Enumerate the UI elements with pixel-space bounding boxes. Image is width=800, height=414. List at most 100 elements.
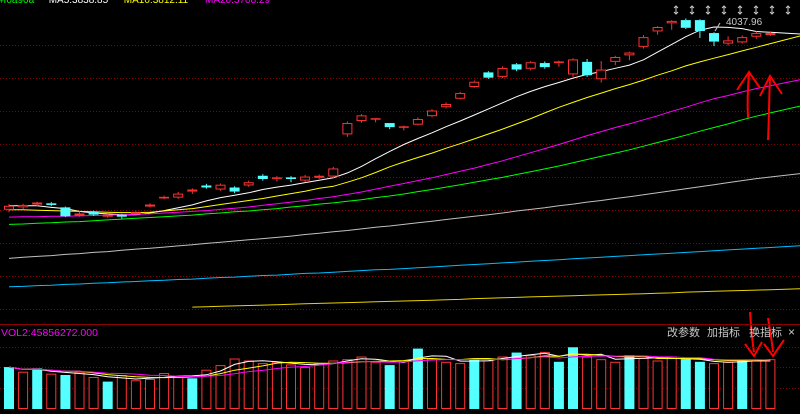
volume-bar [525,355,536,410]
moving-average-lines [8,26,800,308]
ma-line-4 [8,173,800,259]
ma-line-6 [192,288,800,308]
volume-bar [723,361,734,409]
candle-body [215,184,226,190]
candle-body [328,168,339,177]
ma-legend-item: MA10:3812.11 [124,0,189,6]
ma-line-5 [8,245,800,288]
high-marker-icon [673,5,679,15]
candle-body [201,185,212,188]
candle-body [314,175,325,178]
candle-body [300,176,311,181]
volume-bar [483,360,494,410]
volume-bar [694,361,705,409]
edit-params-button[interactable]: 改参数 [667,325,700,339]
candle-body [88,211,99,215]
volume-bar [130,380,141,409]
candle-body [271,177,282,179]
candle-body [723,40,734,44]
volume-bar [553,361,564,409]
candle-body [356,115,367,122]
volume-bar [145,378,155,409]
volume-bar [455,363,466,409]
volume-bar [596,359,607,410]
ma-legend-item: #f0a90a [0,0,35,6]
volume-label: VOL2:45856272.000 [1,327,98,339]
arrow-up-icon [767,77,771,141]
volume-bar [751,359,762,410]
candle-body [652,26,663,32]
volume-bar [286,364,296,410]
high-marker-icon [785,5,791,15]
candle-body [257,175,268,179]
volume-bar [624,355,635,409]
high-marker-icon [769,5,775,15]
candle-body [455,93,466,99]
candle-body [398,126,409,128]
volume-bar [652,360,663,410]
high-marker-icon [705,5,711,15]
candle-body [102,214,113,217]
candle-body [638,37,649,47]
volume-bar [638,357,649,409]
volume-bar [469,358,480,409]
candle-body [243,182,254,186]
volume-bar [102,381,113,409]
volume-bar [187,378,198,409]
ma-legend-item: MA5:3838.85 [49,0,109,6]
candle-body [553,61,564,63]
candle-body [610,56,621,62]
volume-bar [159,373,170,409]
candle-body [229,187,240,192]
volume-bar [356,356,367,409]
candlesticks [4,18,776,219]
volume-bar [441,361,452,409]
candle-body [286,177,296,179]
volume-bar [398,360,409,410]
candle-body [18,204,29,208]
volume-bar [497,356,508,409]
candle-body [187,189,198,192]
candle-body [568,59,578,75]
volume-bar [46,373,57,409]
volume-bar [314,363,325,409]
volume-bar [666,356,677,409]
volume-bar [32,368,43,409]
candle-body [173,193,184,198]
candle-body [441,104,452,108]
price-grid [0,45,800,310]
candle-body [32,202,43,205]
candle-body [60,207,71,217]
volume-bar [328,360,339,410]
candle-body [427,110,437,117]
candle-body [666,20,677,24]
volume-bar [116,375,127,409]
ma-legend: #f0a90a MA5:3838.85 MA10:3812.11 MA20:3708.… [0,0,270,6]
candle-body [694,20,705,32]
candle-body [539,63,550,68]
candle-body [525,62,536,69]
hand-drawn-arrows [736,70,785,358]
candle-body [4,205,14,210]
candle-body [46,203,57,205]
high-marker-icon [721,5,727,15]
ma-line-0 [9,26,800,216]
candle-body [116,214,127,217]
volume-bar [88,376,99,410]
candle-body [370,118,381,120]
candle-body [469,81,480,87]
add-indicator-button[interactable]: 加指标 [707,325,740,339]
switch-indicator-button[interactable]: 换指标 [749,325,782,339]
high-price-label: 4037.96 [726,17,763,28]
candle-body [511,64,522,70]
close-icon[interactable]: × [788,325,795,339]
volume-bar [511,352,522,409]
kline-chart: #f0a90a MA5:3838.85 MA10:3812.11 MA20:3708.… [0,0,800,410]
volume-bar [765,359,776,410]
volume-bar [300,367,311,409]
volume-bar [427,358,437,409]
high-marker-icon [753,5,759,15]
candle-body [145,204,155,207]
volume-bar [610,361,621,409]
ma-line-3 [8,105,800,225]
